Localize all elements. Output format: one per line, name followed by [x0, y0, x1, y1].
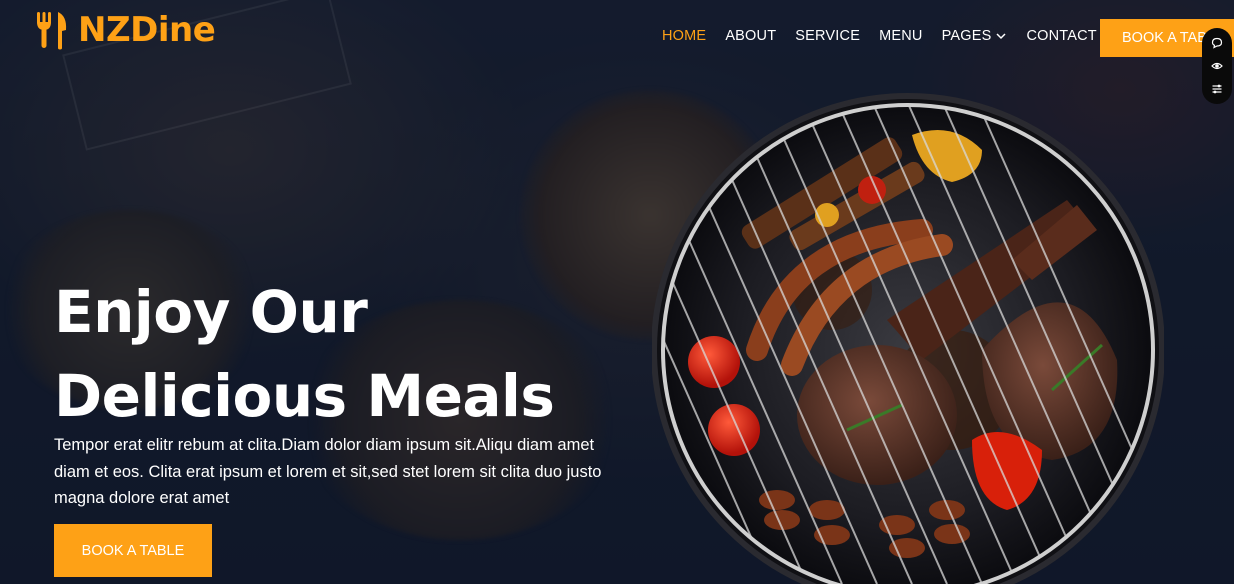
eye-icon[interactable] — [1211, 60, 1223, 72]
nav-pages-label: PAGES — [941, 28, 992, 44]
navbar: NZDine HOME ABOUT SERVICE MENU PAGES CON… — [0, 0, 1234, 78]
nav-menu[interactable]: MENU — [879, 28, 923, 44]
chat-icon[interactable] — [1211, 37, 1223, 49]
grill-bbq-image — [652, 90, 1164, 584]
hero-title-line1: Enjoy Our — [54, 278, 368, 346]
nav-links: HOME ABOUT SERVICE MENU PAGES CONTACT — [662, 28, 1116, 44]
nav-pages-dropdown[interactable]: PAGES — [942, 28, 1008, 44]
nav-service[interactable]: SERVICE — [795, 28, 860, 44]
hero-title: Enjoy Our Delicious Meals — [54, 270, 555, 438]
side-widget — [1202, 28, 1232, 104]
hero-description: Tempor erat elitr rebum at clita.Diam do… — [54, 436, 602, 507]
brand-name: NZDine — [78, 10, 216, 50]
nav-about[interactable]: ABOUT — [725, 28, 776, 44]
brand-logo[interactable]: NZDine — [34, 10, 216, 50]
chevron-down-icon — [996, 33, 1006, 40]
book-table-hero-button[interactable]: BOOK A TABLE — [54, 524, 212, 577]
fork-knife-icon — [37, 12, 67, 50]
hero-title-line2: Delicious Meals — [54, 362, 555, 430]
nav-contact[interactable]: CONTACT — [1026, 28, 1096, 44]
sliders-icon[interactable] — [1211, 83, 1223, 95]
nav-home[interactable]: HOME — [662, 28, 706, 44]
